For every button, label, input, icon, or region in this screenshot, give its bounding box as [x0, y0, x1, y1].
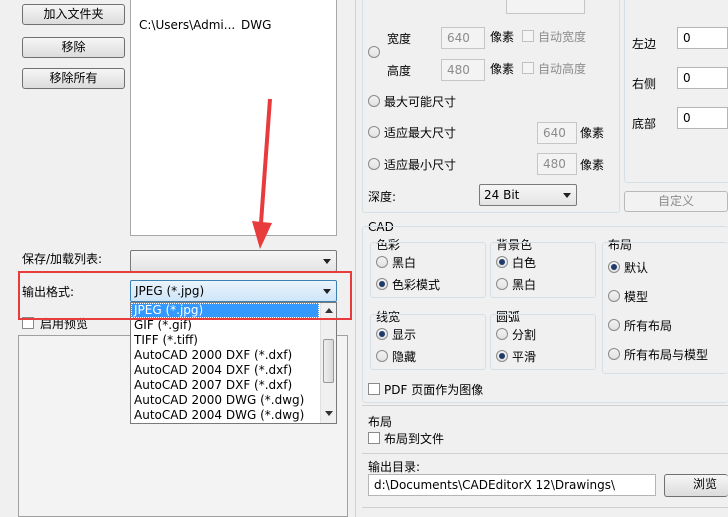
scroll-down-icon[interactable] [325, 411, 333, 416]
layout-all-radio[interactable] [608, 319, 620, 331]
layout-section-divider [362, 405, 728, 406]
layout-model-radio[interactable] [608, 290, 620, 302]
layout-all-model-radio[interactable] [608, 348, 620, 360]
layout-default-radio[interactable] [608, 261, 620, 273]
auto-width-checkbox[interactable] [522, 30, 534, 42]
save-load-list-combo[interactable] [130, 250, 337, 272]
fit-max-radio[interactable] [368, 126, 380, 138]
color-mode-label: 色彩模式 [392, 278, 441, 292]
lw-hide-label: 隐藏 [392, 350, 417, 364]
bg-black-label: 黑白 [512, 278, 537, 292]
height-label: 高度 [387, 64, 412, 78]
fit-min-radio[interactable] [368, 158, 380, 170]
right-margin-label: 右侧 [632, 77, 657, 91]
layout-model-label: 模型 [624, 290, 649, 304]
save-load-list-label: 保存/加载列表: [22, 252, 103, 266]
bottom-margin-label: 底部 [632, 117, 657, 131]
bg-group [490, 242, 596, 298]
arc-segment-label: 分割 [512, 328, 537, 342]
output-dir-label: 输出目录: [368, 460, 421, 474]
file-list[interactable]: C:\Users\Admi... DWG [130, 0, 337, 236]
scroll-thumb[interactable] [323, 339, 334, 383]
output-dir-field[interactable]: d:\Documents\CADEditorX 12\Drawings\ [368, 474, 656, 496]
lineweight-group [370, 314, 486, 370]
height-unit: 像素 [490, 62, 515, 76]
right-margin-field[interactable]: 0 [677, 67, 728, 89]
fit-min-label: 适应最小尺寸 [384, 158, 457, 172]
browse-button[interactable]: 浏览 [664, 474, 728, 497]
depth-combo[interactable]: 24 Bit [479, 184, 577, 206]
dropdown-scrollbar[interactable] [320, 303, 336, 423]
width-label: 宽度 [387, 32, 412, 46]
format-option[interactable]: AutoCAD 2000 DXF (*.dxf) [131, 348, 319, 363]
file-list-row[interactable]: C:\Users\Admi... DWG [139, 18, 329, 34]
depth-value: 24 Bit [484, 188, 520, 202]
arc-group [490, 314, 596, 370]
highlight-box [18, 271, 352, 320]
remove-button[interactable]: 移除 [22, 37, 125, 58]
format-option[interactable]: AutoCAD 2004 DXF (*.dxf) [131, 363, 319, 378]
bg-white-label: 白色 [512, 256, 537, 270]
left-margin-field[interactable]: 0 [677, 27, 728, 49]
bottom-margin-field[interactable]: 0 [677, 107, 728, 129]
lw-show-radio[interactable] [376, 328, 388, 340]
auto-height-label: 自动高度 [538, 62, 587, 76]
layout-default-label: 默认 [624, 261, 649, 275]
layout-section-label: 布局 [368, 415, 393, 429]
layout-to-file-label: 布局到文件 [384, 432, 445, 446]
file-type: DWG [241, 18, 272, 32]
layout-to-file-checkbox[interactable] [368, 432, 380, 444]
depth-label: 深度: [368, 190, 397, 204]
max-possible-label: 最大可能尺寸 [384, 95, 457, 109]
format-dropdown-list[interactable]: JPEG (*.jpg) GIF (*.gif) TIFF (*.tiff) A… [130, 302, 337, 424]
height-field[interactable]: 480 [441, 59, 485, 81]
chevron-down-icon [323, 259, 331, 264]
bottom-divider [362, 507, 728, 508]
max-possible-radio[interactable] [368, 95, 380, 107]
format-option[interactable]: AutoCAD 2007 DXF (*.dxf) [131, 378, 319, 393]
arc-smooth-label: 平滑 [512, 350, 537, 364]
auto-width-label: 自动宽度 [538, 30, 587, 44]
format-option[interactable]: TIFF (*.tiff) [131, 333, 319, 348]
custom-button[interactable]: 自定义 [624, 191, 728, 212]
chevron-down-icon [563, 193, 571, 198]
color-bw-radio[interactable] [376, 256, 388, 268]
color-bw-label: 黑白 [392, 256, 417, 270]
remove-all-button[interactable]: 移除所有 [22, 68, 125, 89]
red-arrow [252, 98, 272, 249]
file-path: C:\Users\Admi... [139, 18, 236, 32]
pdf-as-image-label: PDF 页面作为图像 [384, 383, 484, 397]
bg-black-radio[interactable] [496, 278, 508, 290]
output-section-divider [362, 453, 728, 454]
arc-segment-radio[interactable] [496, 328, 508, 340]
pdf-as-image-checkbox[interactable] [368, 383, 380, 395]
layout-all-model-label: 所有布局与模型 [624, 348, 709, 362]
add-folder-button[interactable]: 加入文件夹 [22, 4, 125, 25]
format-option[interactable]: AutoCAD 2000 DWG (*.dwg) [131, 393, 319, 408]
lw-show-label: 显示 [392, 328, 417, 342]
fit-max-unit: 像素 [580, 126, 605, 140]
width-field[interactable]: 640 [441, 27, 485, 49]
layout-all-label: 所有布局 [624, 319, 673, 333]
auto-height-checkbox[interactable] [522, 62, 534, 74]
arc-smooth-radio[interactable] [496, 350, 508, 362]
width-unit: 像素 [490, 30, 515, 44]
pane-divider [355, 0, 356, 517]
fit-max-field[interactable]: 640 [537, 122, 577, 144]
fit-min-field[interactable]: 480 [537, 153, 577, 175]
bg-white-radio[interactable] [496, 256, 508, 268]
lw-hide-radio[interactable] [376, 350, 388, 362]
format-option[interactable]: AutoCAD 2004 DWG (*.dwg) [131, 408, 319, 423]
left-margin-label: 左边 [632, 37, 657, 51]
color-mode-radio[interactable] [376, 278, 388, 290]
top-field[interactable] [506, 0, 585, 14]
format-option[interactable]: GIF (*.gif) [131, 318, 319, 333]
fit-min-unit: 像素 [580, 158, 605, 172]
fit-max-label: 适应最大尺寸 [384, 126, 457, 140]
custom-size-radio[interactable] [368, 46, 380, 58]
